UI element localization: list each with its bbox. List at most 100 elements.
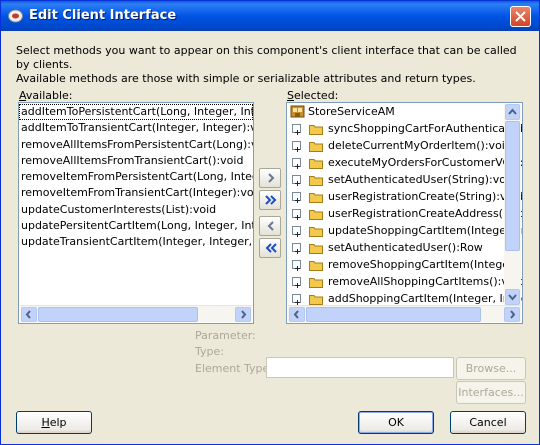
plus-expander-icon[interactable] (292, 141, 301, 152)
scroll-thumb[interactable] (38, 307, 198, 322)
plus-expander-icon[interactable] (292, 243, 301, 254)
folder-icon (309, 293, 323, 305)
browse-button[interactable]: Browse... (456, 357, 526, 380)
scroll-down-button[interactable] (505, 289, 520, 305)
tree-node-label: setAuthenticatedUser():Row (328, 241, 483, 254)
available-item[interactable]: removeAllItemsFromTransientCart():void (19, 153, 253, 169)
scroll-left-button[interactable] (21, 307, 37, 322)
selected-label-text: elected: (293, 89, 339, 102)
help-button[interactable]: Help (16, 411, 92, 434)
scroll-left-button[interactable] (289, 307, 305, 322)
available-item[interactable]: updateCustomerInterests(List):void (19, 202, 253, 218)
scroll-thumb[interactable] (505, 121, 520, 251)
scroll-up-icon (508, 108, 517, 115)
available-item[interactable]: removeAllItemsFromPersistentCart(Long):v… (19, 137, 253, 153)
folder-icon (309, 191, 323, 203)
folder-icon (309, 140, 323, 152)
plus-expander-icon[interactable] (292, 124, 301, 135)
tree-node[interactable]: removeAllShoppingCartItems():void (288, 273, 522, 290)
available-item[interactable]: updatePersitentCartItem(Long, Integer, I… (19, 218, 253, 234)
move-left-button[interactable] (259, 216, 281, 236)
plus-expander-icon[interactable] (292, 158, 301, 169)
scroll-up-button[interactable] (505, 104, 520, 120)
plus-expander-icon[interactable] (292, 294, 301, 305)
available-item[interactable]: removeItemFromTransientCart(Integer):voi… (19, 185, 253, 201)
cancel-button[interactable]: Cancel (450, 411, 526, 434)
tree-node-label: syncShoppingCartForAuthenticatedUs (328, 122, 523, 135)
tree-node-label: userRegistrationCreate(String):void (328, 190, 523, 203)
tree-node-label: removeAllShoppingCartItems():void (328, 275, 523, 288)
plus-expander-icon[interactable] (292, 277, 301, 288)
selected-methods-tree[interactable]: StoreServiceAM syncShoppingCartForAuthen… (286, 102, 523, 324)
scroll-right-button[interactable] (504, 307, 520, 322)
plus-expander-icon[interactable] (292, 175, 301, 186)
arrow-right-icon (268, 173, 275, 183)
double-arrow-left-icon (265, 243, 277, 253)
folder-icon (309, 259, 323, 271)
scroll-left-icon (293, 310, 299, 319)
tree-node-label: addShoppingCartItem(Integer, Intege (328, 292, 523, 305)
plus-expander-icon[interactable] (292, 260, 301, 271)
selected-label: Selected: (287, 89, 338, 102)
tree-node[interactable]: setAuthenticatedUser(String):void (288, 171, 516, 188)
tree-node[interactable]: executeMyOrdersForCustomerVO():v (288, 154, 522, 171)
tree-node[interactable]: removeShoppingCartItem(Integer):vo (288, 256, 522, 273)
tree-root-node[interactable]: StoreServiceAM (288, 103, 504, 120)
element-type-field[interactable] (266, 357, 454, 378)
interfaces-button[interactable]: Interfaces... (456, 381, 526, 404)
selected-vertical-scrollbar[interactable] (504, 104, 521, 305)
help-mnemonic: H (41, 416, 50, 429)
scroll-right-button[interactable] (235, 307, 251, 322)
available-item[interactable]: updateTransientCartItem(Integer, Integer… (19, 234, 253, 250)
tree-node[interactable]: deleteCurrentMyOrderItem():void (288, 137, 512, 154)
available-item[interactable]: removeItemFromPersistentCart(Long, Integ… (19, 169, 253, 185)
scroll-thumb[interactable] (306, 307, 481, 322)
tree-node[interactable]: updateShoppingCartItem(Integer, Int (288, 222, 522, 239)
folder-icon (309, 174, 323, 186)
type-label: Type: (195, 345, 224, 358)
folder-icon (309, 157, 323, 169)
plus-expander-icon[interactable] (292, 209, 301, 220)
description-line-1: Select methods you want to appear on thi… (16, 44, 517, 71)
parameter-label: Parameter: (195, 329, 256, 342)
window-title: Edit Client Interface (29, 8, 177, 23)
folder-icon (309, 225, 323, 237)
element-type-label: Element Type: (195, 362, 274, 375)
plus-expander-icon[interactable] (292, 192, 301, 203)
selected-horizontal-scrollbar[interactable] (288, 305, 521, 322)
edit-client-interface-dialog: Edit Client Interface Select methods you… (0, 0, 540, 445)
tree-node-label: removeShoppingCartItem(Integer):vo (328, 258, 523, 271)
scroll-right-icon (241, 310, 247, 319)
close-button[interactable] (510, 6, 531, 27)
tree-node-label: setAuthenticatedUser(String):void (328, 173, 517, 186)
application-module-icon (290, 104, 305, 119)
ok-button[interactable]: OK (358, 411, 434, 434)
available-horizontal-scrollbar[interactable] (20, 305, 252, 322)
tree-root-label: StoreServiceAM (308, 105, 395, 118)
scroll-right-icon (510, 310, 516, 319)
tree-node-label: executeMyOrdersForCustomerVO():v (328, 156, 523, 169)
move-all-right-button[interactable] (259, 190, 281, 210)
double-arrow-right-icon (265, 195, 277, 205)
available-methods-list[interactable]: addItemToPersistentCart(Long, Integer, I… (18, 102, 254, 324)
title-bar[interactable]: Edit Client Interface (1, 1, 539, 31)
move-right-button[interactable] (259, 168, 281, 188)
folder-icon (309, 123, 323, 135)
available-item[interactable]: addItemToPersistentCart(Long, Integer, I… (19, 104, 253, 121)
plus-expander-icon[interactable] (292, 226, 301, 237)
dialog-description: Select methods you want to appear on thi… (16, 44, 531, 86)
tree-node[interactable]: setAuthenticatedUser():Row (288, 239, 504, 256)
available-item[interactable]: addItemToTransientCart(Integer, Integer)… (19, 120, 253, 136)
help-label: elp (49, 416, 67, 429)
tree-node[interactable]: userRegistrationCreateAddress():void (288, 205, 522, 222)
tree-node[interactable]: syncShoppingCartForAuthenticatedUs (288, 120, 522, 137)
available-label: Available: (19, 89, 73, 102)
tree-node[interactable]: userRegistrationCreate(String):void (288, 188, 522, 205)
available-mnemonic: A (19, 89, 26, 102)
tree-node-label: updateShoppingCartItem(Integer, Int (328, 224, 523, 237)
scroll-down-icon (508, 294, 517, 301)
folder-icon (309, 208, 323, 220)
available-label-text: vailable: (25, 89, 73, 102)
move-all-left-button[interactable] (259, 238, 281, 258)
tree-node-label: deleteCurrentMyOrderItem():void (328, 139, 512, 152)
